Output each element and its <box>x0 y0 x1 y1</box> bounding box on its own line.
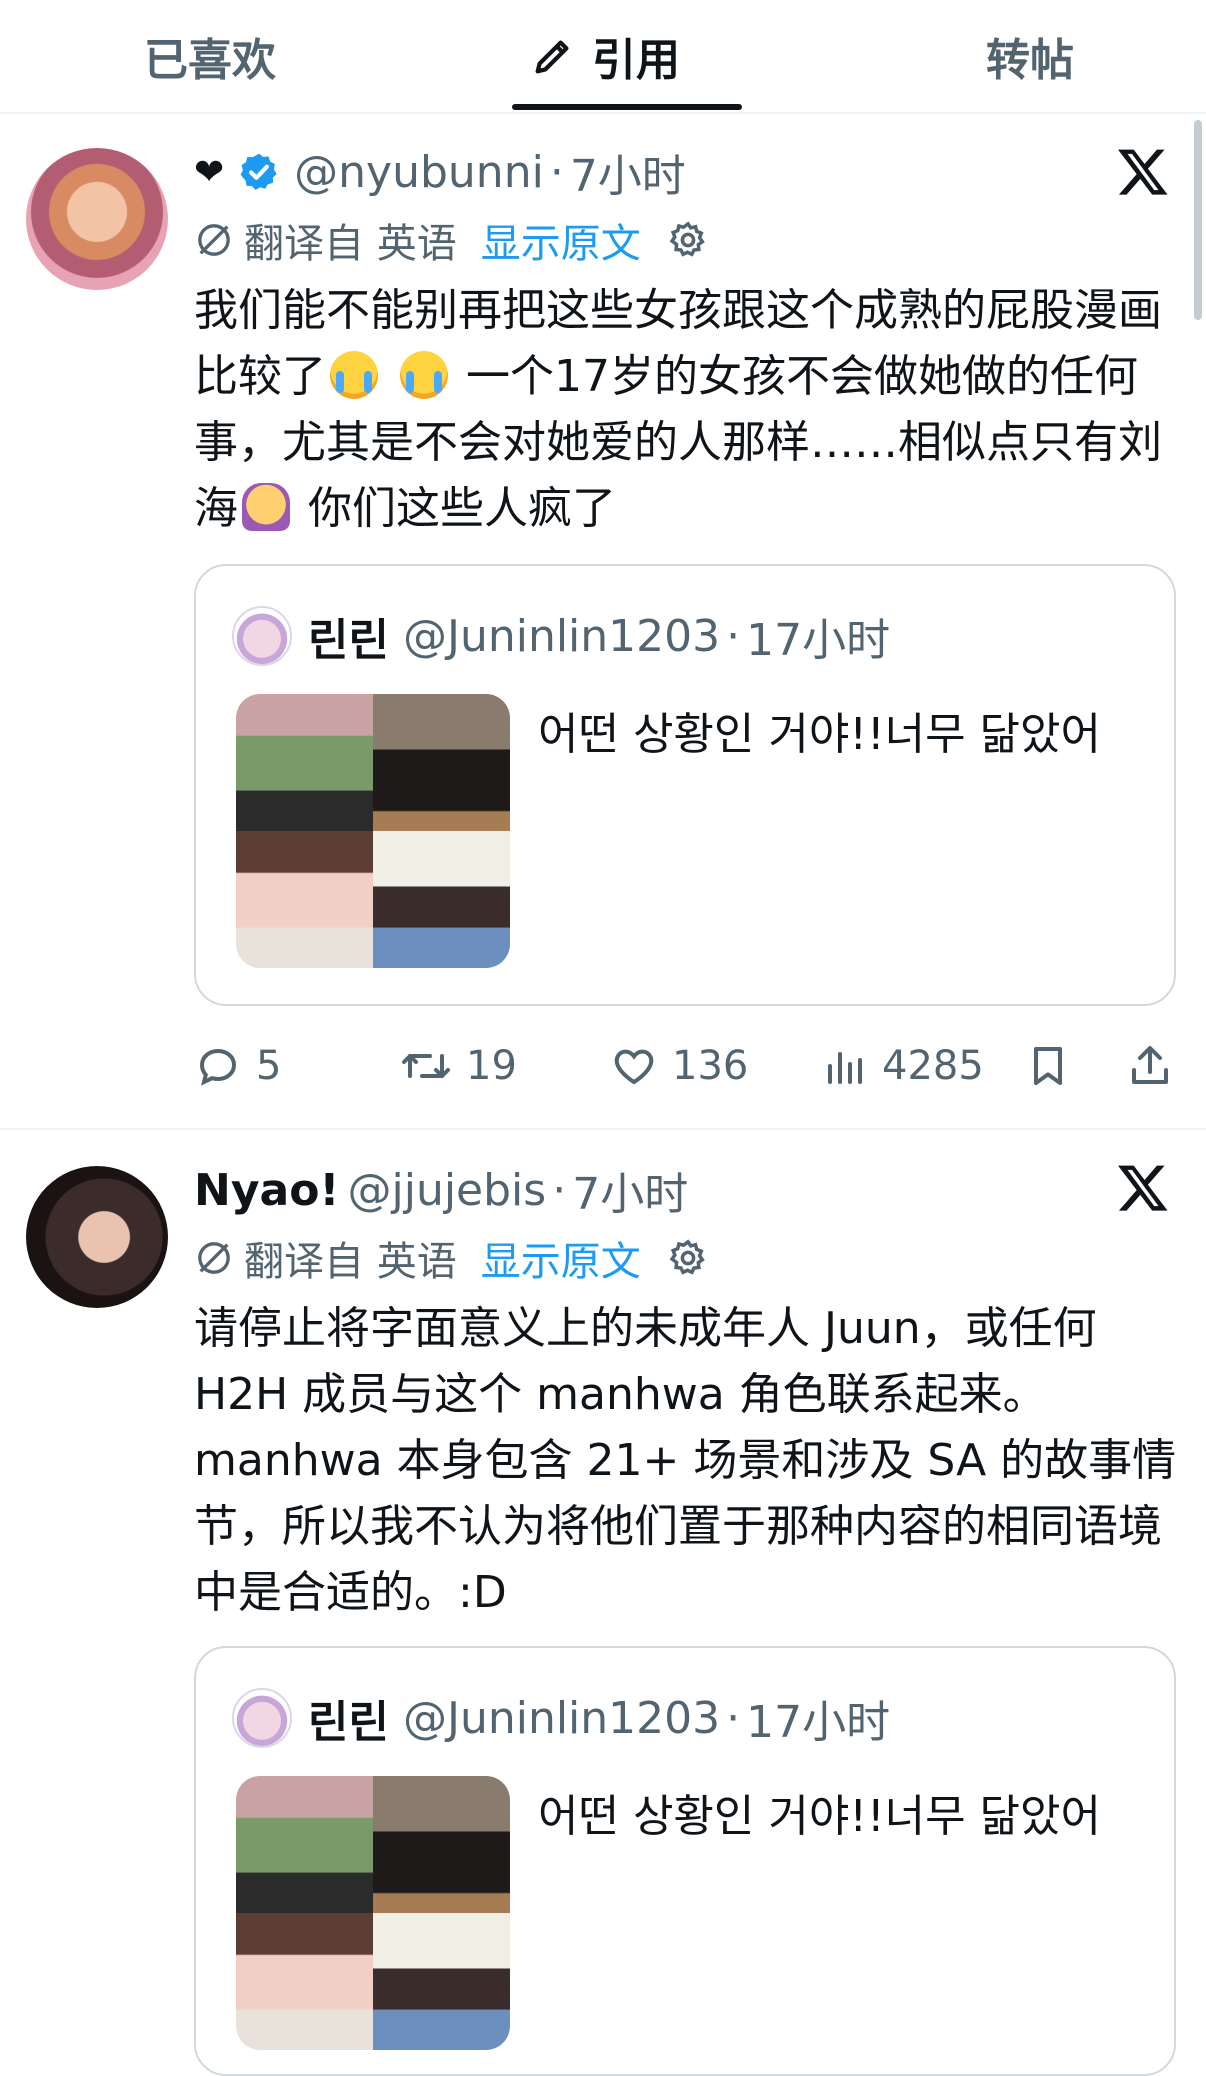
quoted-tweet[interactable]: 린린 @Juninlin1203 · 17小时 어떤 상황인 거야!!너무 닮았… <box>194 564 1176 1006</box>
avatar[interactable] <box>26 148 168 290</box>
gear-icon[interactable] <box>667 219 709 261</box>
media-image <box>236 1913 373 2050</box>
gear-icon[interactable] <box>667 1237 709 1279</box>
user-handle[interactable]: @nyubunni <box>294 147 544 198</box>
quoted-tweet[interactable]: 린린 @Juninlin1203 · 17小时 어떤 상황인 거야!!너무 닮았… <box>194 1646 1176 2076</box>
tweet-text: 我们能不能别再把这些女孩跟这个成熟的屁股漫画比较了 一个17岁的女孩不会做她做的… <box>194 278 1190 542</box>
tweet-text-part: 你们这些人疯了 <box>308 483 616 534</box>
reply-count: 5 <box>256 1043 282 1089</box>
separator-dot: · <box>552 1164 567 1216</box>
media-image <box>236 831 373 968</box>
timestamp[interactable]: 7小时 <box>572 1158 688 1222</box>
tweet[interactable]: Nyao! @jjujebis · 7小时 翻译自 英语 显示原文 请停止将字面… <box>0 1130 1206 2076</box>
quoted-handle: @Juninlin1203 <box>402 1692 721 1744</box>
quoted-tweet-header: 린린 @Juninlin1203 · 17小时 <box>232 604 890 668</box>
bookmark-icon <box>1024 1042 1072 1090</box>
tweet[interactable]: ❤ @nyubunni · 7小时 翻译自 英语 显示原文 我们能不能别再把这些… <box>0 114 1206 1130</box>
tab-quotes-label: 引用 <box>592 35 680 86</box>
quoted-display-name: 린린 <box>308 1697 389 1748</box>
quoted-media-collage[interactable] <box>236 1776 510 2050</box>
reply-icon <box>194 1042 242 1090</box>
translation-row: 翻译自 英语 显示原文 <box>194 1226 1190 1290</box>
user-handle[interactable]: @jjujebis <box>348 1165 547 1216</box>
media-image <box>373 1776 510 1913</box>
media-image <box>236 1776 373 1913</box>
display-name[interactable]: ❤ <box>194 152 224 193</box>
view-count: 4285 <box>882 1043 984 1089</box>
views-bar-chart-icon <box>820 1042 868 1090</box>
tab-reposts-label: 转帖 <box>986 35 1074 86</box>
reply-button[interactable]: 5 <box>194 1026 281 1106</box>
quoted-tweet-header: 린린 @Juninlin1203 · 17小时 <box>232 1686 890 1750</box>
media-image <box>236 694 373 831</box>
timestamp[interactable]: 7小时 <box>570 140 686 204</box>
repost-button[interactable]: 19 <box>400 1026 517 1106</box>
like-button[interactable]: 136 <box>610 1026 748 1106</box>
bookmark-button[interactable] <box>1024 1026 1086 1106</box>
repost-icon <box>400 1042 452 1090</box>
quoted-avatar <box>232 606 292 666</box>
tab-bar: 已喜欢 引用 转帖 <box>0 0 1206 114</box>
tab-liked[interactable]: 已喜欢 <box>60 0 360 112</box>
quoted-text: 어떤 상황인 거야!!너무 닮았어 <box>538 1791 1101 1842</box>
quoted-media-collage[interactable] <box>236 694 510 968</box>
like-count: 136 <box>672 1043 749 1089</box>
show-original-link[interactable]: 显示原文 <box>481 1229 641 1287</box>
media-image <box>373 694 510 831</box>
views-button[interactable]: 4285 <box>820 1026 984 1106</box>
quoted-handle: @Juninlin1203 <box>402 610 721 662</box>
quoted-timestamp: 17小时 <box>746 615 891 666</box>
active-tab-indicator <box>512 104 742 110</box>
quoted-display-name: 린린 <box>308 615 389 666</box>
pen-icon <box>530 33 576 79</box>
tab-reposts[interactable]: 转帖 <box>880 0 1180 112</box>
tweet-header: ❤ @nyubunni · 7小时 <box>194 140 1190 204</box>
tab-liked-label: 已喜欢 <box>144 35 276 86</box>
translated-from-label: 翻译自 英语 <box>244 221 457 267</box>
tweet-header: Nyao! @jjujebis · 7小时 <box>194 1158 1190 1222</box>
quoted-text: 어떤 상황인 거야!!너무 닮았어 <box>538 709 1101 760</box>
translate-globe-icon <box>194 1238 234 1278</box>
tweet-text: 请停止将字面意义上的未成年人 Juun，或任何 H2H 成员与这个 manhwa… <box>194 1303 1177 1618</box>
heart-icon <box>610 1042 658 1090</box>
quoted-timestamp: 17小时 <box>746 1697 891 1748</box>
loudly-crying-emoji-icon <box>330 351 378 399</box>
action-bar: 5 19 136 4285 <box>194 1026 1174 1106</box>
facepalm-emoji-icon <box>242 483 290 531</box>
show-original-link[interactable]: 显示原文 <box>481 211 641 269</box>
separator-dot: · <box>726 1692 741 1744</box>
repost-count: 19 <box>466 1043 517 1089</box>
media-image <box>373 1913 510 2050</box>
share-button[interactable] <box>1126 1026 1188 1106</box>
share-icon <box>1126 1042 1174 1090</box>
translate-globe-icon <box>194 220 234 260</box>
tab-quotes[interactable]: 引用 <box>440 0 770 112</box>
translation-row: 翻译自 英语 显示原文 <box>194 208 1190 272</box>
avatar[interactable] <box>26 1166 168 1308</box>
media-image <box>373 831 510 968</box>
translated-from-label: 翻译自 英语 <box>244 1239 457 1285</box>
loudly-crying-emoji-icon <box>400 351 448 399</box>
quoted-avatar <box>232 1688 292 1748</box>
separator-dot: · <box>549 146 564 198</box>
display-name[interactable]: Nyao! <box>194 1165 340 1216</box>
verified-badge-icon <box>238 151 280 193</box>
separator-dot: · <box>726 610 741 662</box>
